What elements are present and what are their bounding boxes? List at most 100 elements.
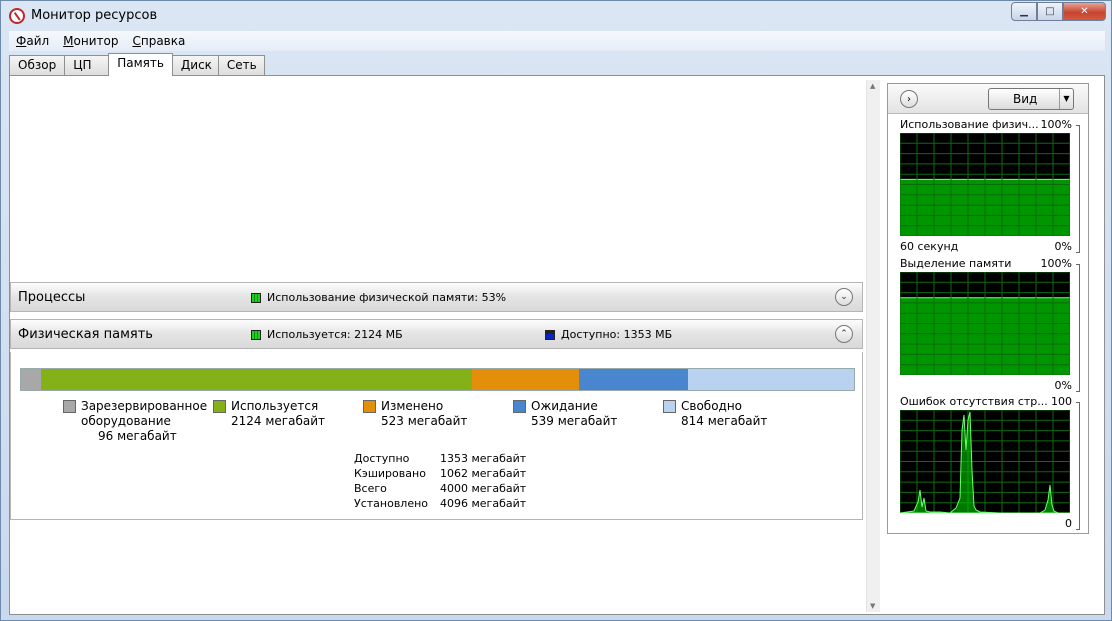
physical-usage-legend: Использование физической памяти: 53%	[251, 291, 506, 304]
legend-line: Свободно	[681, 399, 743, 413]
legend-swatch	[513, 400, 526, 413]
graphs-panel-header: › Вид ▼	[888, 84, 1088, 114]
memory-legend-item: Ожидание 539 мегабайт	[513, 399, 663, 444]
stat-label: Доступно	[354, 452, 410, 465]
menu-accel: С	[132, 34, 141, 48]
menu-bar: Файл Монитор Справка	[9, 31, 1105, 51]
stat-value: 4096 мегабайт	[440, 497, 527, 510]
close-button[interactable]: ✕	[1063, 2, 1106, 21]
physical-memory-header[interactable]: Физическая память Используется: 2124 МБ …	[10, 319, 863, 349]
graph-bracket	[1076, 125, 1080, 253]
collapse-button[interactable]: ⌃	[835, 325, 853, 343]
legend-line: 814 мегабайт	[681, 414, 768, 428]
tab-memory[interactable]: Память	[108, 53, 173, 76]
chevron-down-icon: ⌄	[840, 292, 848, 302]
legend-line: Изменено	[381, 399, 444, 413]
stat-row: Установлено 4096 мегабайт	[354, 496, 526, 511]
stat-value: 1062 мегабайт	[440, 467, 527, 480]
legend-swatch	[213, 400, 226, 413]
graph-min: 0%	[1054, 240, 1072, 253]
collapse-panel-button[interactable]: ›	[900, 90, 918, 108]
legend-text: Доступно: 1353 МБ	[561, 328, 673, 341]
menu-accel: М	[63, 34, 74, 48]
stat-label: Всего	[354, 482, 387, 495]
dropdown-arrow-icon[interactable]: ▼	[1059, 89, 1073, 109]
memory-segment-in-use	[40, 369, 473, 390]
tab-cpu[interactable]: ЦП	[64, 55, 110, 76]
stat-row: Всего 4000 мегабайт	[354, 481, 526, 496]
graph-min: 0%	[1054, 379, 1072, 392]
graph-max: 100	[1051, 395, 1072, 408]
memory-stats: Доступно 1353 мегабайт Кэшировано 1062 мега…	[354, 451, 526, 511]
physical-memory-body: Зарезервированное оборудование 96 мегабайт…	[10, 352, 863, 520]
legend-line: оборудование	[81, 414, 171, 428]
window-title: Монитор ресурсов	[31, 8, 158, 23]
legend-line: 539 мегабайт	[531, 414, 618, 428]
legend-line: 96 мегабайт	[98, 429, 177, 443]
menu-help[interactable]: Справка	[132, 34, 185, 48]
menu-label: айл	[26, 34, 50, 48]
used-legend: Используется: 2124 МБ	[251, 328, 403, 341]
scroll-up-icon[interactable]: ▲	[870, 82, 875, 90]
vertical-scrollbar[interactable]: ▲ ▼	[866, 80, 880, 612]
graph-title: Выделение памяти	[900, 257, 1012, 270]
stat-value: 4000 мегабайт	[440, 482, 527, 495]
graph-hard-faults: Ошибок отсутствия стр... 100 0	[896, 395, 1080, 531]
graph-max: 100%	[1040, 257, 1072, 270]
legend-line: Используется	[231, 399, 319, 413]
left-pane: Процессы Использование физической памяти…	[10, 80, 863, 612]
memory-legend-item: Изменено 523 мегабайт	[363, 399, 513, 444]
legend-line: Ожидание	[531, 399, 598, 413]
graph-physical-usage: Использование физич... 100% 60 секунд 0%	[896, 118, 1080, 254]
maximize-icon: □	[1045, 6, 1055, 17]
memory-segment-reserved	[21, 369, 41, 390]
memory-segment-free	[688, 369, 854, 390]
memory-segment-standby	[578, 369, 689, 390]
memory-legend-item: Зарезервированное оборудование 96 мегабайт	[63, 399, 213, 444]
resource-monitor-window: Монитор ресурсов ▁ □ ✕ Файл Монитор Спра…	[0, 0, 1112, 621]
graph-max: 100%	[1040, 118, 1072, 131]
memory-usage-bar	[20, 368, 855, 391]
app-icon	[9, 8, 25, 24]
window-controls: ▁ □ ✕	[1011, 2, 1106, 21]
maximize-button[interactable]: □	[1037, 2, 1063, 21]
graphs-panel: › Вид ▼ Использование физич... 100% 60 с…	[887, 83, 1089, 534]
section-title: Физическая память	[18, 327, 153, 342]
memory-legend: Зарезервированное оборудование 96 мегабайт…	[63, 399, 823, 444]
graph-time-span: 60 секунд	[900, 240, 959, 253]
scroll-down-icon[interactable]: ▼	[870, 602, 875, 610]
view-button[interactable]: Вид ▼	[988, 88, 1074, 110]
green-swatch-icon	[251, 292, 261, 303]
chevron-right-icon: ›	[907, 93, 911, 105]
title-bar: Монитор ресурсов ▁ □ ✕	[1, 1, 1111, 30]
available-legend: Доступно: 1353 МБ	[545, 328, 672, 341]
tab-disk[interactable]: Диск	[171, 55, 219, 76]
expand-button[interactable]: ⌄	[835, 288, 853, 306]
menu-label: правка	[140, 34, 186, 48]
tab-overview[interactable]: Обзор	[9, 55, 66, 76]
tab-content: Процессы Использование физической памяти…	[9, 75, 1105, 615]
tab-network[interactable]: Сеть	[217, 55, 265, 76]
memory-segment-modified	[472, 369, 579, 390]
legend-text: Используется: 2124 МБ	[267, 328, 403, 341]
memory-legend-item: Используется 2124 мегабайт	[213, 399, 363, 444]
menu-monitor[interactable]: Монитор	[63, 34, 118, 48]
view-label: Вид	[1013, 92, 1038, 106]
processes-header[interactable]: Процессы Использование физической памяти…	[10, 282, 863, 312]
legend-line: 523 мегабайт	[381, 414, 468, 428]
graph-bracket	[1076, 402, 1080, 530]
legend-label: Используется 2124 мегабайт	[231, 399, 325, 444]
graph-title: Использование физич...	[900, 118, 1039, 131]
close-icon: ✕	[1080, 6, 1089, 17]
graph-bracket	[1076, 264, 1080, 392]
graph-title: Ошибок отсутствия стр...	[900, 395, 1048, 408]
blue-swatch-icon	[545, 329, 555, 340]
minimize-button[interactable]: ▁	[1011, 2, 1037, 21]
graph-area	[900, 410, 1070, 513]
stat-label: Кэшировано	[354, 467, 426, 480]
legend-swatch	[63, 400, 76, 413]
minimize-icon: ▁	[1020, 6, 1028, 17]
menu-file[interactable]: Файл	[16, 34, 49, 48]
stat-row: Доступно 1353 мегабайт	[354, 451, 526, 466]
menu-accel: Ф	[16, 34, 27, 48]
